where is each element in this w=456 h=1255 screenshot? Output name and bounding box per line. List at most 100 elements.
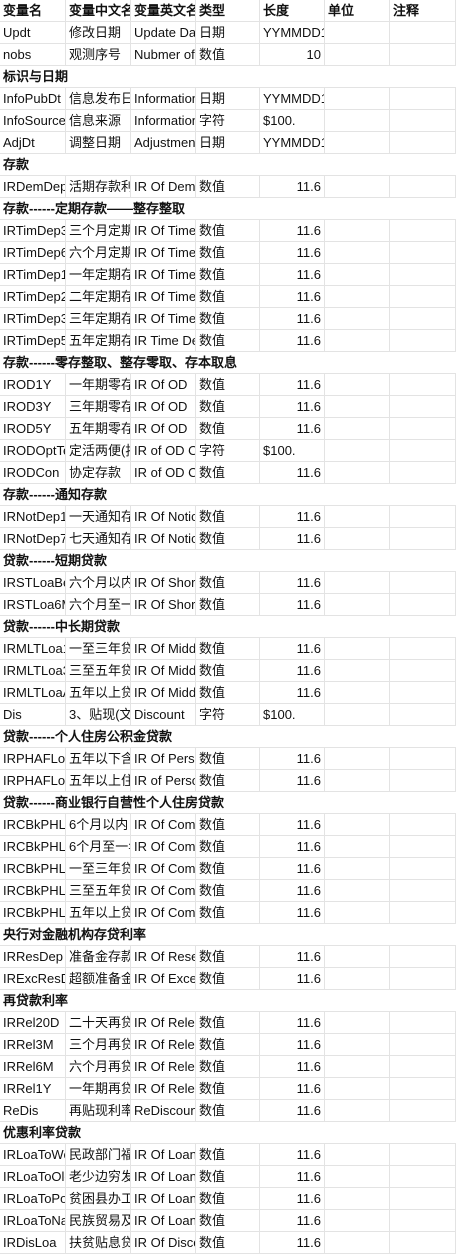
english-name-cell[interactable]: IR Of Commercial [131,836,196,858]
length-cell[interactable]: $100. [260,440,325,462]
chinese-name-cell[interactable]: 六个月定期存款 [66,242,131,264]
comment-cell[interactable] [390,176,456,198]
unit-cell[interactable] [325,1144,390,1166]
comment-cell[interactable] [390,1100,456,1122]
comment-cell[interactable] [390,1034,456,1056]
comment-cell[interactable] [390,968,456,990]
unit-cell[interactable] [325,264,390,286]
length-cell[interactable]: 11.6 [260,1056,325,1078]
english-name-cell[interactable]: IR Of Short Loan [131,572,196,594]
type-cell[interactable]: 日期 [196,22,260,44]
section-title-cell[interactable]: 贷款------个人住房公积金贷款 [0,726,456,748]
chinese-name-cell[interactable]: 信息来源 [66,110,131,132]
english-name-cell[interactable]: Update Date [131,22,196,44]
length-cell[interactable]: 11.6 [260,968,325,990]
english-name-cell[interactable]: IR Of Time Deposit [131,242,196,264]
type-cell[interactable]: 数值 [196,594,260,616]
chinese-name-cell[interactable]: 观测序号 [66,44,131,66]
english-name-cell[interactable]: IR of OD Optional [131,440,196,462]
type-cell[interactable]: 数值 [196,1078,260,1100]
type-cell[interactable]: 数值 [196,462,260,484]
unit-cell[interactable] [325,220,390,242]
length-cell[interactable]: 11.6 [260,1232,325,1254]
type-cell[interactable]: 日期 [196,132,260,154]
length-cell[interactable]: 11.6 [260,286,325,308]
comment-cell[interactable] [390,286,456,308]
variable-name-cell[interactable]: Dis [0,704,66,726]
comment-cell[interactable] [390,330,456,352]
english-name-cell[interactable]: IR Of Loan [131,1166,196,1188]
chinese-name-cell[interactable]: 信息发布日期 [66,88,131,110]
unit-cell[interactable] [325,242,390,264]
length-cell[interactable]: 11.6 [260,770,325,792]
variable-name-cell[interactable]: IRResDep [0,946,66,968]
variable-name-cell[interactable]: IRLoaToOld [0,1166,66,1188]
unit-cell[interactable] [325,660,390,682]
type-cell[interactable]: 数值 [196,682,260,704]
variable-name-cell[interactable]: IROD1Y [0,374,66,396]
variable-name-cell[interactable]: AdjDt [0,132,66,154]
chinese-name-cell[interactable]: 五年以下含五年 [66,748,131,770]
english-name-cell[interactable]: IR Of Time Deposit [131,220,196,242]
length-cell[interactable]: 11.6 [260,1166,325,1188]
type-cell[interactable]: 数值 [196,220,260,242]
chinese-name-cell[interactable]: 一至三年贷款 [66,638,131,660]
chinese-name-cell[interactable]: 老少边穷发展 [66,1166,131,1188]
chinese-name-cell[interactable]: 一天通知存款 [66,506,131,528]
variable-name-cell[interactable]: IRCBkPHLoa3to5Y [0,880,66,902]
english-name-cell[interactable]: IR Of Relending [131,1056,196,1078]
type-cell[interactable]: 字符 [196,110,260,132]
chinese-name-cell[interactable]: 六个月至一年 [66,594,131,616]
english-name-cell[interactable]: IR Of OD [131,418,196,440]
unit-cell[interactable] [325,132,390,154]
unit-cell[interactable] [325,594,390,616]
length-cell[interactable]: 11.6 [260,1100,325,1122]
variable-name-cell[interactable]: IRCBkPHLoaAbv5Y [0,902,66,924]
type-cell[interactable]: 数值 [196,638,260,660]
unit-cell[interactable] [325,528,390,550]
header-cell-length[interactable]: 长度 [260,0,325,22]
unit-cell[interactable] [325,1012,390,1034]
unit-cell[interactable] [325,176,390,198]
length-cell[interactable]: YYMMDD10. [260,88,325,110]
english-name-cell[interactable]: IR Of Short Loan [131,594,196,616]
length-cell[interactable]: 11.6 [260,836,325,858]
chinese-name-cell[interactable]: 三年定期存款 [66,308,131,330]
length-cell[interactable]: 11.6 [260,176,325,198]
chinese-name-cell[interactable]: 扶贫贴息贷款 [66,1232,131,1254]
english-name-cell[interactable]: IR Of Loan [131,1188,196,1210]
length-cell[interactable]: 11.6 [260,220,325,242]
length-cell[interactable]: 11.6 [260,374,325,396]
english-name-cell[interactable]: IR Of Loan [131,1144,196,1166]
length-cell[interactable]: 11.6 [260,594,325,616]
english-name-cell[interactable]: Nubmer of obs [131,44,196,66]
variable-name-cell[interactable]: IROD5Y [0,418,66,440]
english-name-cell[interactable]: IR Of OD [131,374,196,396]
chinese-name-cell[interactable]: 二十天再贷款 [66,1012,131,1034]
length-cell[interactable]: 11.6 [260,396,325,418]
chinese-name-cell[interactable]: 活期存款利率 [66,176,131,198]
comment-cell[interactable] [390,44,456,66]
english-name-cell[interactable]: IR Of Commercial [131,880,196,902]
english-name-cell[interactable]: IR Of Notice Deposit [131,528,196,550]
length-cell[interactable]: 11.6 [260,880,325,902]
header-cell-english-name[interactable]: 变量英文名 [131,0,196,22]
type-cell[interactable]: 数值 [196,660,260,682]
unit-cell[interactable] [325,1232,390,1254]
variable-name-cell[interactable]: IRNotDep1D [0,506,66,528]
type-cell[interactable]: 数值 [196,1188,260,1210]
variable-name-cell[interactable]: IRSTLoa6Mto1Y [0,594,66,616]
comment-cell[interactable] [390,264,456,286]
unit-cell[interactable] [325,1034,390,1056]
chinese-name-cell[interactable]: 调整日期 [66,132,131,154]
chinese-name-cell[interactable]: 再贴现利率 [66,1100,131,1122]
comment-cell[interactable] [390,22,456,44]
comment-cell[interactable] [390,110,456,132]
english-name-cell[interactable]: IR Of Discount [131,1232,196,1254]
chinese-name-cell[interactable]: 一年期再贷款 [66,1078,131,1100]
unit-cell[interactable] [325,858,390,880]
type-cell[interactable]: 数值 [196,1034,260,1056]
english-name-cell[interactable]: IR Of Middle Loan [131,682,196,704]
variable-name-cell[interactable]: IRRel6M [0,1056,66,1078]
type-cell[interactable]: 数值 [196,44,260,66]
